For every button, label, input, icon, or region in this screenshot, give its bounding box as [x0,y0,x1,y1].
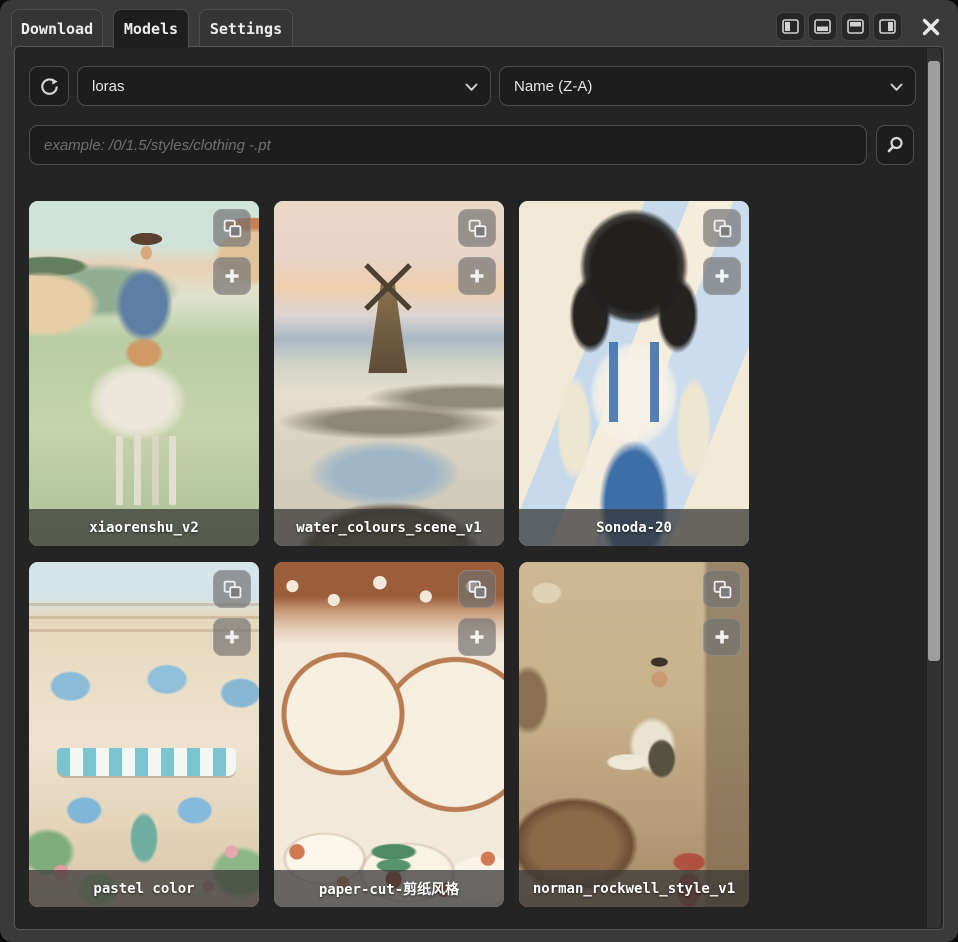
chevron-down-icon [465,83,478,92]
model-title: Sonoda-20 [519,509,749,546]
copy-name-button[interactable] [213,209,251,247]
tab-download[interactable]: Download [11,9,103,47]
copy-name-button[interactable] [703,570,741,608]
refresh-icon [39,76,60,97]
copy-name-button[interactable] [213,570,251,608]
panel-split-bottom-icon [814,19,831,34]
split-left-button[interactable] [776,12,805,41]
copy-icon [223,219,242,238]
app-window: Download Models Settings loras Name (Z-A… [0,0,958,942]
plus-icon [223,628,241,646]
panel-split-left-icon [782,19,799,34]
tab-download-label: Download [21,20,93,38]
model-card[interactable]: pastel color [29,562,259,907]
add-to-workflow-button[interactable] [458,618,496,656]
model-card[interactable]: norman_rockwell_style_v1 [519,562,749,907]
sort-dropdown[interactable]: Name (Z-A) [499,66,916,106]
add-to-workflow-button[interactable] [703,618,741,656]
plus-icon [468,267,486,285]
model-card[interactable]: paper-cut-剪纸风格 [274,562,504,907]
tab-settings[interactable]: Settings [199,9,293,47]
category-dropdown[interactable]: loras [77,66,491,106]
copy-icon [223,580,242,599]
model-title: norman_rockwell_style_v1 [519,870,749,907]
scrollbar-track[interactable] [926,48,941,928]
add-to-workflow-button[interactable] [458,257,496,295]
copy-name-button[interactable] [458,570,496,608]
copy-icon [468,580,487,599]
search-button[interactable] [876,125,914,165]
plus-icon [223,267,241,285]
tab-models-label: Models [124,20,178,38]
plus-icon [713,628,731,646]
models-panel: loras Name (Z-A) xiaorenshu_v2 [14,46,944,930]
model-card[interactable]: xiaorenshu_v2 [29,201,259,546]
copy-icon [468,219,487,238]
copy-name-button[interactable] [703,209,741,247]
split-bottom-button[interactable] [808,12,837,41]
add-to-workflow-button[interactable] [703,257,741,295]
model-card[interactable]: Sonoda-20 [519,201,749,546]
model-title: pastel color [29,870,259,907]
search-input[interactable] [29,125,867,165]
search-icon [885,135,905,155]
panel-split-right-icon [879,19,896,34]
sort-dropdown-value: Name (Z-A) [514,78,592,95]
add-to-workflow-button[interactable] [213,257,251,295]
copy-name-button[interactable] [458,209,496,247]
category-dropdown-value: loras [92,78,125,95]
refresh-button[interactable] [29,66,69,106]
model-title: water_colours_scene_v1 [274,509,504,546]
model-card[interactable]: water_colours_scene_v1 [274,201,504,546]
model-title: paper-cut-剪纸风格 [274,870,504,907]
split-top-button[interactable] [841,12,870,41]
model-title: xiaorenshu_v2 [29,509,259,546]
copy-icon [713,219,732,238]
split-right-button[interactable] [873,12,902,41]
close-button[interactable] [915,11,946,42]
chevron-down-icon [890,83,903,92]
copy-icon [713,580,732,599]
tab-settings-label: Settings [210,20,282,38]
scrollbar-thumb[interactable] [928,61,940,661]
panel-split-top-icon [847,19,864,34]
model-card-grid: xiaorenshu_v2 water_colours_scene_v1 Son… [29,201,759,907]
add-to-workflow-button[interactable] [213,618,251,656]
plus-icon [713,267,731,285]
tab-models[interactable]: Models [113,9,189,48]
close-icon [920,16,942,38]
plus-icon [468,628,486,646]
